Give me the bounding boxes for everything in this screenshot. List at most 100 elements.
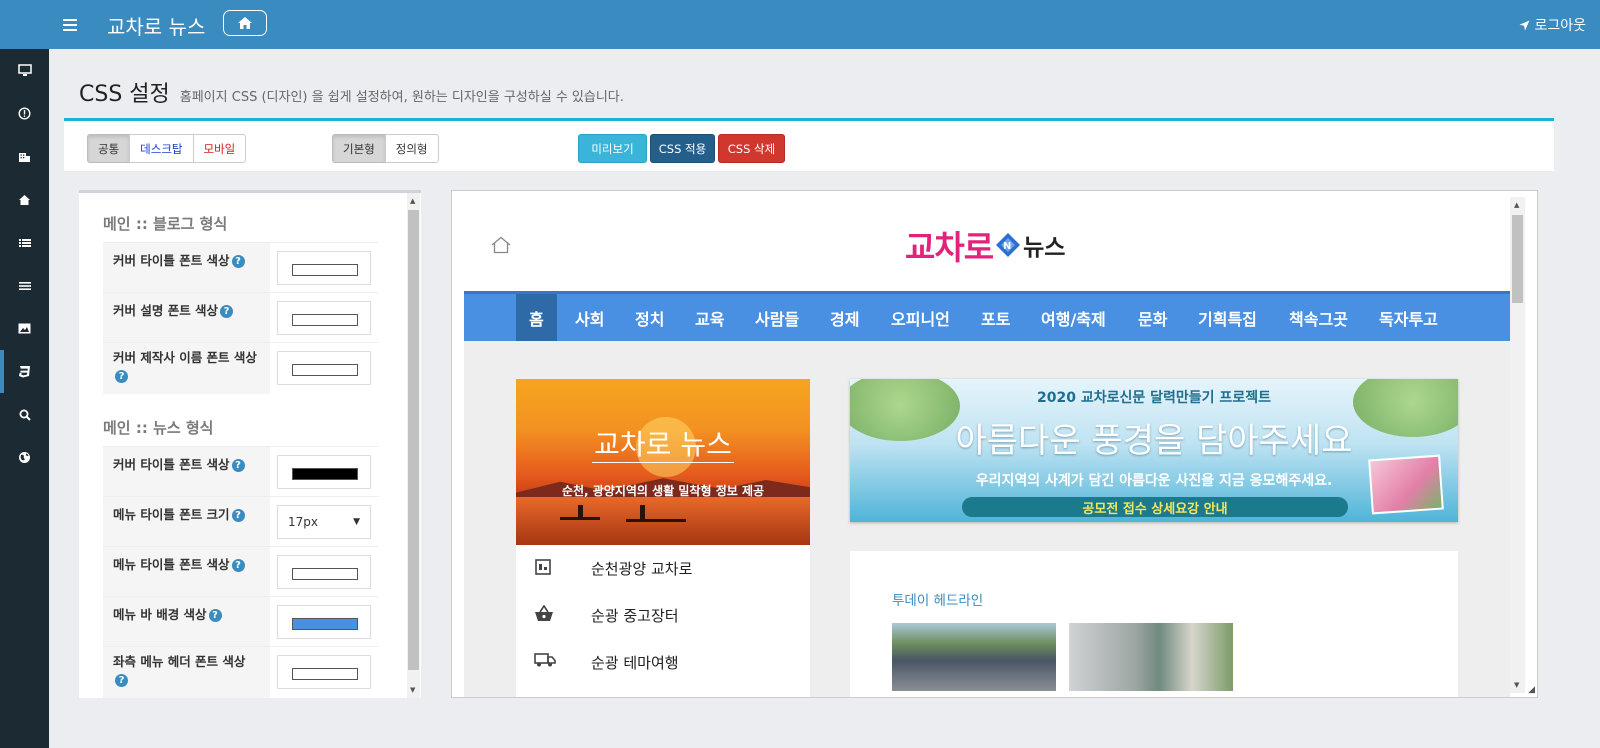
device-tab-desktop[interactable]: 데스크탑 bbox=[129, 134, 194, 163]
color-swatch bbox=[292, 468, 358, 480]
color-swatch bbox=[292, 668, 358, 680]
link-item[interactable]: 순광 테마여행 bbox=[516, 639, 810, 685]
preview-button[interactable]: 미리보기 bbox=[578, 134, 647, 163]
help-icon[interactable]: ? bbox=[231, 559, 245, 572]
color-picker[interactable] bbox=[277, 555, 371, 589]
scroll-down-icon[interactable]: ▼ bbox=[410, 686, 415, 694]
globe-icon bbox=[19, 452, 30, 463]
home-icon bbox=[238, 17, 252, 29]
sidebar-item-search[interactable] bbox=[0, 393, 49, 436]
sidebar-item-dashboard[interactable] bbox=[0, 49, 49, 92]
preview-home-icon[interactable] bbox=[490, 236, 512, 257]
list-icon bbox=[18, 238, 31, 247]
help-icon[interactable]: ? bbox=[220, 305, 234, 318]
preview-logo[interactable]: 교차로 N 뉴스 bbox=[905, 221, 1065, 269]
preview-menu-item[interactable]: 책속그곳 bbox=[1289, 294, 1348, 341]
scrollbar-thumb[interactable] bbox=[1512, 215, 1523, 303]
css-apply-button[interactable]: CSS 적용 bbox=[650, 134, 715, 163]
help-icon[interactable]: ? bbox=[231, 459, 245, 472]
sidebar-item-menu[interactable] bbox=[0, 264, 49, 307]
preview-menu-item[interactable]: 여행/축제 bbox=[1041, 294, 1106, 341]
preview-menu-item[interactable]: 독자투고 bbox=[1379, 294, 1438, 341]
color-picker[interactable] bbox=[277, 301, 371, 335]
color-picker[interactable] bbox=[277, 455, 371, 489]
settings-panel: 메인 :: 블로그 형식 커버 타이틀 폰트 색상? 커버 설명 폰트 색상? … bbox=[79, 190, 421, 698]
banner-title: 2020 교차로신문 달력만들기 프로젝트 bbox=[1037, 390, 1271, 406]
preview-menu-item[interactable]: 문화 bbox=[1138, 294, 1167, 341]
sidebar-item-globe[interactable] bbox=[0, 436, 49, 479]
calendar-project-banner[interactable]: 2020 교차로신문 달력만들기 프로젝트 아름다운 풍경을 담아주세요 우리지… bbox=[850, 379, 1458, 522]
sidebar-item-list[interactable] bbox=[0, 221, 49, 264]
preview-frame: 교차로 N 뉴스 홈 사회 정치 교육 사람들 경제 오피니언 포토 여행/축제… bbox=[451, 190, 1538, 698]
setting-label: 메뉴 타이틀 폰트 색상? bbox=[103, 547, 270, 596]
color-swatch bbox=[292, 568, 358, 580]
home-icon bbox=[19, 194, 30, 205]
site-title[interactable]: 교차로 뉴스 bbox=[107, 11, 205, 40]
preview-menu-item[interactable]: 사회 bbox=[575, 294, 604, 341]
sidebar-item-company[interactable] bbox=[0, 135, 49, 178]
sidebar-item-info[interactable] bbox=[0, 92, 49, 135]
sidebar-item-home[interactable] bbox=[0, 178, 49, 221]
device-tab-common[interactable]: 공통 bbox=[87, 134, 131, 163]
sidebar-item-css[interactable] bbox=[0, 350, 49, 393]
resize-handle-icon[interactable]: ◢ bbox=[1528, 685, 1535, 695]
preview-body: 교차로 뉴스 순천, 광양지역의 생활 밀착형 정보 제공 순천광양 교차로 순… bbox=[464, 341, 1510, 697]
setting-row: 커버 타이틀 폰트 색상? bbox=[103, 242, 379, 292]
device-tab-mobile[interactable]: 모바일 bbox=[192, 134, 247, 163]
scroll-up-icon[interactable]: ▲ bbox=[410, 197, 415, 205]
logout-link[interactable]: 로그아웃 bbox=[1519, 15, 1586, 35]
setting-row: 좌측 메뉴 헤더 폰트 색상? bbox=[103, 646, 379, 698]
css-delete-button[interactable]: CSS 삭제 bbox=[718, 134, 785, 163]
section-title-blog: 메인 :: 블로그 형식 bbox=[103, 215, 228, 233]
link-item[interactable]: 순광 중고장터 bbox=[516, 592, 810, 638]
preview-scrollbar[interactable]: ▲ ▼ bbox=[1510, 197, 1525, 693]
color-picker[interactable] bbox=[277, 655, 371, 689]
color-picker[interactable] bbox=[277, 251, 371, 285]
color-swatch bbox=[292, 618, 358, 630]
headline-thumbnail[interactable] bbox=[892, 623, 1056, 691]
scroll-up-icon[interactable]: ▲ bbox=[1514, 201, 1519, 209]
banner-guide-button[interactable]: 공모전 접수 상세요강 안내 bbox=[962, 497, 1348, 517]
preview-cover: 교차로 뉴스 순천, 광양지역의 생활 밀착형 정보 제공 bbox=[516, 379, 810, 545]
setting-row: 메뉴 바 배경 색상? bbox=[103, 596, 379, 646]
color-picker[interactable] bbox=[277, 605, 371, 639]
banner-subtext: 우리지역의 사계가 담긴 아름다운 사진을 지금 응모해주세요. bbox=[975, 473, 1333, 489]
setting-label: 커버 제작사 이름 폰트 색상? bbox=[103, 343, 270, 394]
banner-headline: 아름다운 풍경을 담아주세요 bbox=[955, 421, 1353, 461]
preview-link-list: 순천광양 교차로 순광 중고장터 순광 테마여행 bbox=[516, 545, 810, 697]
setting-label: 커버 타이틀 폰트 색상? bbox=[103, 447, 270, 496]
preview-menu-item[interactable]: 정치 bbox=[635, 294, 664, 341]
preview-menu-item[interactable]: 기획특집 bbox=[1198, 294, 1257, 341]
mode-tab-custom[interactable]: 정의형 bbox=[384, 134, 439, 163]
preview-menu-item[interactable]: 사람들 bbox=[755, 294, 799, 341]
preview-menu-item[interactable]: 홈 bbox=[516, 294, 557, 341]
headline-thumbnail[interactable] bbox=[1069, 623, 1233, 691]
settings-scrollbar[interactable]: ▲ ▼ bbox=[407, 193, 420, 698]
setting-row: 커버 제작사 이름 폰트 색상? bbox=[103, 342, 379, 394]
help-icon[interactable]: ? bbox=[115, 370, 128, 383]
preview-menu-item[interactable]: 오피니언 bbox=[891, 294, 950, 341]
sidebar-item-images[interactable] bbox=[0, 307, 49, 350]
logo-mark-icon: N bbox=[996, 233, 1021, 257]
preview-menu-item[interactable]: 교육 bbox=[695, 294, 724, 341]
mode-tab-basic[interactable]: 기본형 bbox=[332, 134, 386, 163]
scrollbar-thumb[interactable] bbox=[408, 210, 419, 670]
color-swatch bbox=[292, 264, 358, 276]
help-icon[interactable]: ? bbox=[208, 609, 222, 622]
color-swatch bbox=[292, 364, 358, 376]
sidebar bbox=[0, 0, 49, 748]
setting-row: 메뉴 타이틀 폰트 색상? bbox=[103, 546, 379, 596]
font-size-select[interactable]: 17px ▼ bbox=[277, 505, 371, 539]
scroll-down-icon[interactable]: ▼ bbox=[1514, 681, 1519, 689]
setting-label: 좌측 메뉴 헤더 폰트 색상? bbox=[103, 647, 270, 698]
hamburger-menu-icon[interactable] bbox=[63, 14, 79, 36]
help-icon[interactable]: ? bbox=[115, 674, 128, 687]
help-icon[interactable]: ? bbox=[231, 509, 245, 522]
preview-menu-item[interactable]: 포토 bbox=[981, 294, 1010, 341]
preview-menu-item[interactable]: 경제 bbox=[830, 294, 859, 341]
help-icon[interactable]: ? bbox=[231, 255, 245, 268]
link-item[interactable]: 순천광양 교차로 bbox=[516, 545, 810, 591]
home-button[interactable] bbox=[223, 10, 267, 36]
color-picker[interactable] bbox=[277, 351, 371, 385]
css3-icon bbox=[19, 366, 30, 378]
